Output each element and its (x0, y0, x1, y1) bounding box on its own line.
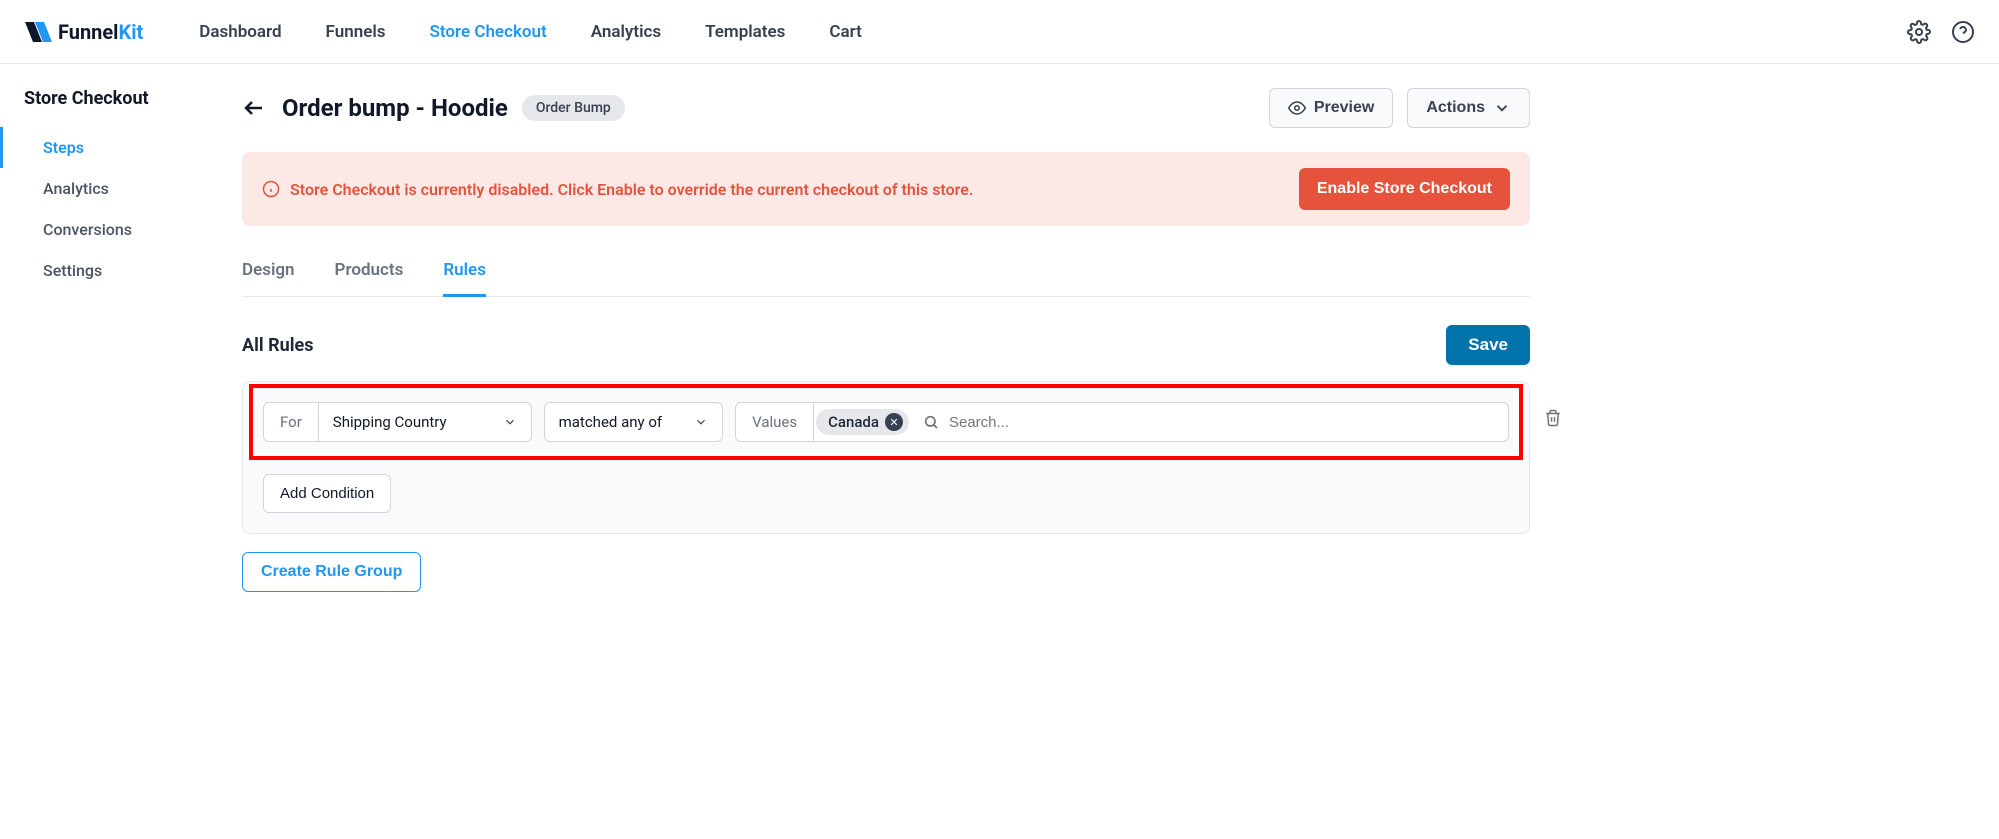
field-value: Shipping Country (333, 413, 447, 431)
save-button[interactable]: Save (1446, 325, 1530, 365)
rules-title: All Rules (242, 335, 313, 356)
trash-icon[interactable] (1544, 409, 1562, 429)
field-select[interactable]: Shipping Country (319, 403, 531, 441)
remove-tag-icon[interactable]: ✕ (885, 413, 903, 431)
eye-icon (1288, 99, 1306, 117)
rule-group: For Shipping Country matched any of (242, 381, 1530, 534)
logo-mark-icon (24, 20, 52, 44)
back-arrow-icon[interactable] (242, 96, 266, 120)
alert-banner: Store Checkout is currently disabled. Cl… (242, 152, 1530, 226)
chevron-down-icon (503, 415, 517, 429)
sidebar-item-analytics[interactable]: Analytics (0, 168, 214, 209)
operator-selector-group: matched any of (544, 402, 724, 442)
value-tag: Canada ✕ (816, 409, 909, 435)
tab-rules[interactable]: Rules (443, 250, 486, 297)
top-nav: FunnelKit Dashboard Funnels Store Checko… (0, 0, 1999, 64)
sidebar-item-conversions[interactable]: Conversions (0, 209, 214, 250)
page-header: Order bump - Hoodie Order Bump Preview A… (242, 88, 1530, 128)
sidebar-title: Store Checkout (0, 84, 214, 127)
chevron-down-icon (1493, 99, 1511, 117)
values-label: Values (736, 403, 814, 441)
tag-label: Canada (828, 413, 879, 431)
help-icon[interactable] (1951, 20, 1975, 44)
logo-text: FunnelKit (58, 20, 143, 44)
actions-button[interactable]: Actions (1407, 88, 1530, 128)
nav-funnels[interactable]: Funnels (326, 22, 386, 42)
nav-dashboard[interactable]: Dashboard (199, 22, 281, 42)
nav-actions (1907, 20, 1975, 44)
rules-header: All Rules Save (242, 325, 1530, 365)
operator-value: matched any of (559, 413, 663, 431)
tab-products[interactable]: Products (335, 250, 404, 297)
add-condition-button[interactable]: Add Condition (263, 474, 391, 513)
value-search[interactable] (911, 404, 1508, 441)
tab-design[interactable]: Design (242, 250, 295, 297)
nav-cart[interactable]: Cart (829, 22, 862, 42)
sidebar-item-steps[interactable]: Steps (0, 127, 214, 168)
info-icon (262, 180, 280, 198)
type-badge: Order Bump (522, 95, 625, 121)
search-icon (923, 414, 939, 430)
field-selector-group: For Shipping Country (263, 402, 532, 442)
sidebar-item-settings[interactable]: Settings (0, 250, 214, 291)
enable-checkout-button[interactable]: Enable Store Checkout (1299, 168, 1510, 210)
nav-links: Dashboard Funnels Store Checkout Analyti… (199, 22, 1907, 42)
nav-store-checkout[interactable]: Store Checkout (430, 22, 547, 42)
preview-button[interactable]: Preview (1269, 88, 1393, 128)
chevron-down-icon (694, 415, 708, 429)
alert-text: Store Checkout is currently disabled. Cl… (290, 180, 1299, 199)
create-rule-group-button[interactable]: Create Rule Group (242, 552, 421, 592)
tabs: Design Products Rules (242, 250, 1530, 297)
preview-label: Preview (1314, 99, 1374, 117)
actions-label: Actions (1426, 99, 1485, 117)
operator-select[interactable]: matched any of (545, 403, 723, 441)
page-title: Order bump - Hoodie (282, 94, 508, 122)
for-label: For (264, 403, 319, 441)
content: Order bump - Hoodie Order Bump Preview A… (214, 64, 1554, 616)
logo[interactable]: FunnelKit (24, 20, 143, 44)
search-input[interactable] (949, 404, 1496, 441)
rule-row: For Shipping Country matched any of (249, 384, 1523, 460)
nav-templates[interactable]: Templates (705, 22, 785, 42)
values-group: Values Canada ✕ (735, 402, 1509, 442)
nav-analytics[interactable]: Analytics (591, 22, 661, 42)
gear-icon[interactable] (1907, 20, 1931, 44)
sidebar: Store Checkout Steps Analytics Conversio… (0, 64, 214, 616)
